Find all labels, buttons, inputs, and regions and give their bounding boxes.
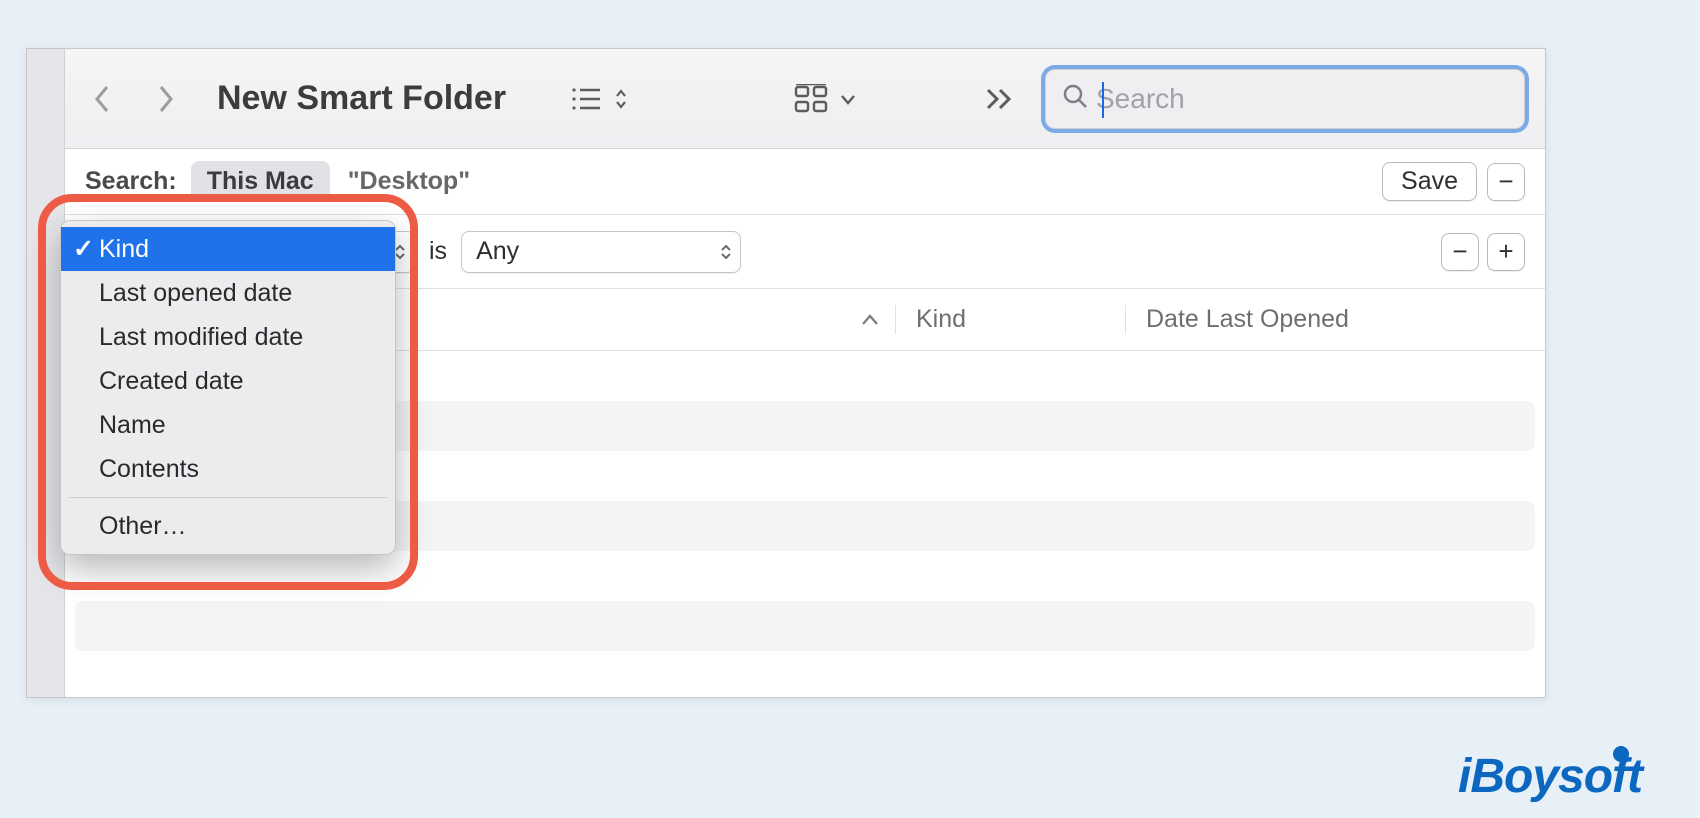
view-list-button[interactable]	[558, 75, 640, 123]
column-date-opened[interactable]: Date Last Opened	[1125, 305, 1545, 334]
text-caret	[1102, 82, 1104, 118]
search-input[interactable]	[1096, 83, 1508, 115]
forward-button[interactable]	[145, 75, 185, 123]
dropdown-item-created[interactable]: Created date	[61, 359, 395, 403]
result-row	[65, 651, 1545, 697]
dropdown-item-kind[interactable]: Kind	[61, 227, 395, 271]
toolbar: New Smart Folder	[65, 49, 1545, 149]
sort-chevron-icon	[861, 305, 879, 334]
criteria-attribute-dropdown[interactable]: Kind Last opened date Last modified date…	[60, 220, 396, 555]
dropdown-item-name[interactable]: Name	[61, 403, 395, 447]
dropdown-item-other[interactable]: Other…	[61, 504, 395, 548]
criteria-add-button[interactable]: +	[1487, 233, 1525, 271]
scope-label: Search:	[85, 167, 177, 196]
dropdown-item-last-modified[interactable]: Last modified date	[61, 315, 395, 359]
watermark: iBoysoft	[1458, 749, 1660, 804]
column-kind[interactable]: Kind	[895, 305, 1125, 334]
criteria-remove-button[interactable]: −	[1441, 233, 1479, 271]
remove-rule-button[interactable]: −	[1487, 163, 1525, 201]
dropdown-item-contents[interactable]: Contents	[61, 447, 395, 491]
window-title: New Smart Folder	[217, 79, 506, 118]
dropdown-item-last-opened[interactable]: Last opened date	[61, 271, 395, 315]
dropdown-divider	[69, 497, 387, 498]
watermark-dot-icon	[1613, 746, 1629, 762]
search-scope-bar: Search: This Mac "Desktop" Save −	[65, 149, 1545, 215]
search-icon	[1062, 83, 1088, 114]
scope-desktop[interactable]: "Desktop"	[348, 167, 470, 196]
back-button[interactable]	[83, 75, 123, 123]
result-row	[65, 551, 1545, 601]
save-button[interactable]: Save	[1382, 162, 1477, 201]
toolbar-overflow-button[interactable]	[977, 87, 1023, 111]
search-field[interactable]	[1045, 69, 1525, 129]
scope-this-mac[interactable]: This Mac	[191, 161, 330, 202]
criteria-value-select[interactable]: Any	[461, 231, 741, 273]
result-row	[75, 601, 1535, 651]
criteria-value: Any	[476, 237, 519, 266]
stepper-icon	[720, 244, 732, 260]
view-grid-button[interactable]	[782, 75, 868, 123]
criteria-operator: is	[429, 237, 447, 266]
